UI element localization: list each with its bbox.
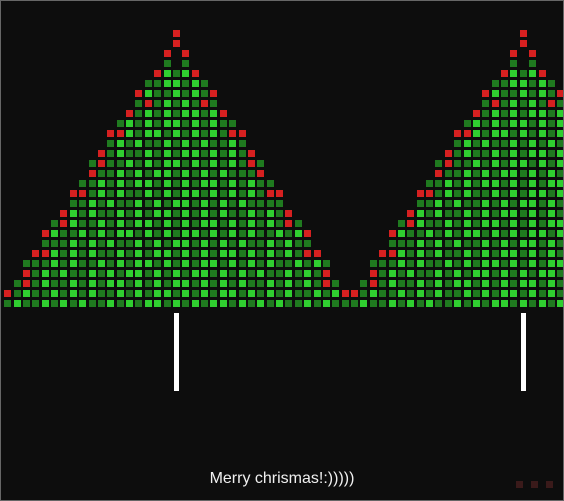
- greeting-message: Merry chrismas!:))))): [1, 470, 563, 488]
- tree: [350, 29, 564, 391]
- tree-trunk: [174, 313, 179, 391]
- tree-trunk: [521, 313, 526, 391]
- trees-container: [1, 29, 563, 391]
- scene: Merry chrismas!:))))): [0, 0, 564, 501]
- tree: [3, 29, 350, 391]
- decor-dots: [516, 481, 553, 488]
